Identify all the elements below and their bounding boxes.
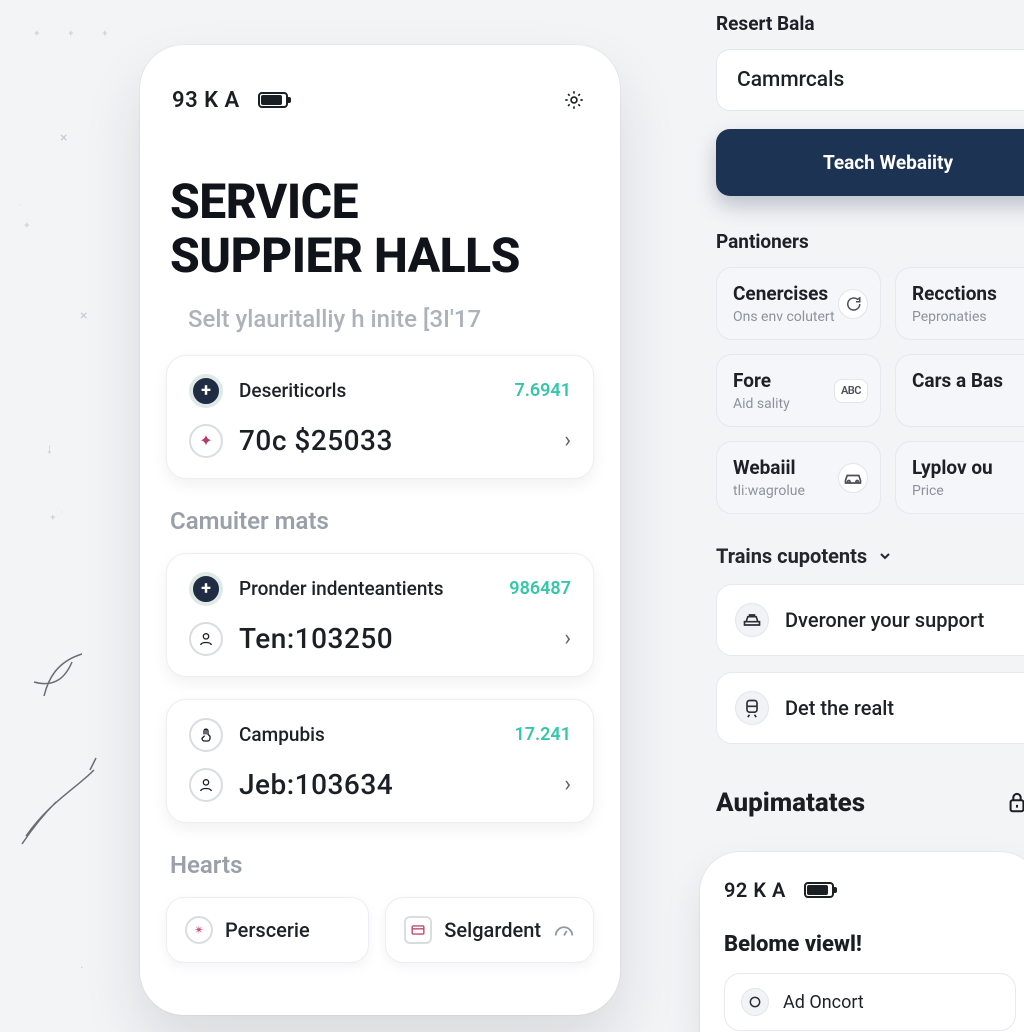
title-line1: SERVICE: [170, 173, 358, 230]
person-icon: [189, 622, 223, 656]
chip1-label: Perscerie: [225, 918, 310, 942]
status-time-small: 92 K A: [724, 878, 786, 902]
card2-badge: 986487: [509, 578, 571, 599]
aupi-label: Aupimatates: [716, 788, 865, 818]
card-icon: [404, 916, 432, 944]
sparkle-icon: ✴: [185, 916, 213, 944]
panel-right: Resert Bala Cammrcals Teach Webaiity Pan…: [700, 0, 1024, 818]
aupimatates-row: Aupimatates D: [716, 788, 1024, 818]
plus-icon: +: [189, 374, 223, 408]
section-camuiter: Camuiter mats: [166, 507, 594, 535]
card1-value: 70c $25033: [239, 424, 393, 457]
car-icon: [838, 463, 868, 493]
taxi-icon: [735, 603, 769, 637]
small-list-item[interactable]: Ad Oncort: [724, 973, 1016, 1031]
status-bar: 93 K A: [166, 79, 594, 121]
card2-desc: Pronder indenteantients: [239, 577, 444, 600]
list1-label: Dveroner your support: [785, 608, 984, 632]
card3-desc: Campubis: [239, 723, 325, 746]
chevron-right-icon: ›: [564, 772, 571, 797]
card3-badge: 17.241: [514, 724, 571, 745]
train-icon: [735, 691, 769, 725]
battery-icon: [804, 882, 834, 898]
primary-button[interactable]: Teach Webaiity: [716, 129, 1024, 196]
tile-recctions[interactable]: Recctions Pepronaties: [895, 267, 1024, 340]
tile2-sub: Pepronaties: [912, 309, 1024, 325]
circle-icon: [741, 988, 769, 1016]
lock-icon: [1006, 791, 1024, 815]
tile-cenercises[interactable]: Cenercises Ons env colutert: [716, 267, 881, 340]
page-title: SERVICE SUPPIER HALLS: [166, 175, 594, 283]
small-item-label: Ad Oncort: [783, 992, 864, 1013]
chip2-label: Selgardent: [444, 918, 541, 942]
plus-icon: +: [189, 572, 223, 606]
chip-perscerie[interactable]: ✴ Perscerie: [166, 897, 369, 963]
card1-desc: Deseriticorls: [239, 379, 346, 402]
tile-lyplov[interactable]: Lyplov ou Price: [895, 441, 1024, 514]
settings-button[interactable]: [560, 86, 588, 114]
section-hearts: Hearts: [166, 851, 594, 879]
tile6-title: Lyplov ou: [912, 456, 1024, 479]
phone-left: 93 K A SERVICE SUPPIER HALLS Selt ylauri…: [140, 45, 620, 1015]
chevron-right-icon: ›: [564, 428, 571, 453]
tile6-sub: Price: [912, 483, 1024, 499]
card2-value: Ten:103250: [239, 622, 393, 655]
chip-selgardent[interactable]: Selgardent: [385, 897, 594, 963]
tile-fore[interactable]: Fore Aid sality ABC: [716, 354, 881, 427]
dropdown-trains[interactable]: Trains cupotents: [716, 544, 1024, 568]
input-cammrcals[interactable]: Cammrcals: [716, 49, 1024, 111]
chevron-down-icon: [877, 548, 893, 564]
chevron-right-icon: ›: [564, 626, 571, 651]
gear-icon: [563, 89, 585, 111]
tile4-title: Cars a Bas: [912, 369, 1024, 392]
card3-value: Jeb:103634: [239, 768, 393, 801]
status-bar-small: 92 K A: [724, 878, 1016, 902]
touch-icon: [189, 718, 223, 752]
summary-card-2[interactable]: + Pronder indenteantients 986487 Ten:103…: [166, 553, 594, 677]
dropdown-label: Trains cupotents: [716, 544, 867, 568]
summary-card-1[interactable]: + Deseriticorls 7.6941 ✦ 70c $25033 ›: [166, 355, 594, 479]
aupi-action[interactable]: D: [1006, 791, 1024, 816]
list-item-realt[interactable]: Det the realt: [716, 672, 1024, 744]
card1-badge: 7.6941: [514, 380, 571, 401]
battery-icon: [258, 92, 288, 108]
belome-title: Belome viewl!: [724, 932, 1016, 957]
tile-cars[interactable]: Cars a Bas: [895, 354, 1024, 427]
label-pantioners: Pantioners: [716, 230, 1024, 253]
tile2-title: Recctions: [912, 282, 1024, 305]
hand-icon: ✦: [189, 424, 223, 458]
subtitle: Selt ylauritalliy h inite [3I'17: [166, 305, 594, 333]
list-item-support[interactable]: Dveroner your support: [716, 584, 1024, 656]
summary-card-3[interactable]: Campubis 17.241 Jeb:103634 ›: [166, 699, 594, 823]
chat-icon: [838, 289, 868, 319]
tile-webaiil[interactable]: Webaiil tli:wagrolue: [716, 441, 881, 514]
phone-small: 92 K A Belome viewl! Ad Oncort: [700, 852, 1024, 1032]
person-icon: [189, 768, 223, 802]
label-resert: Resert Bala: [716, 12, 1024, 35]
abc-chip: ABC: [834, 379, 868, 403]
meter-icon: [553, 922, 575, 938]
list2-label: Det the realt: [785, 696, 894, 720]
status-time: 93 K A: [172, 88, 240, 113]
title-line2: SUPPIER HALLS: [170, 227, 520, 284]
